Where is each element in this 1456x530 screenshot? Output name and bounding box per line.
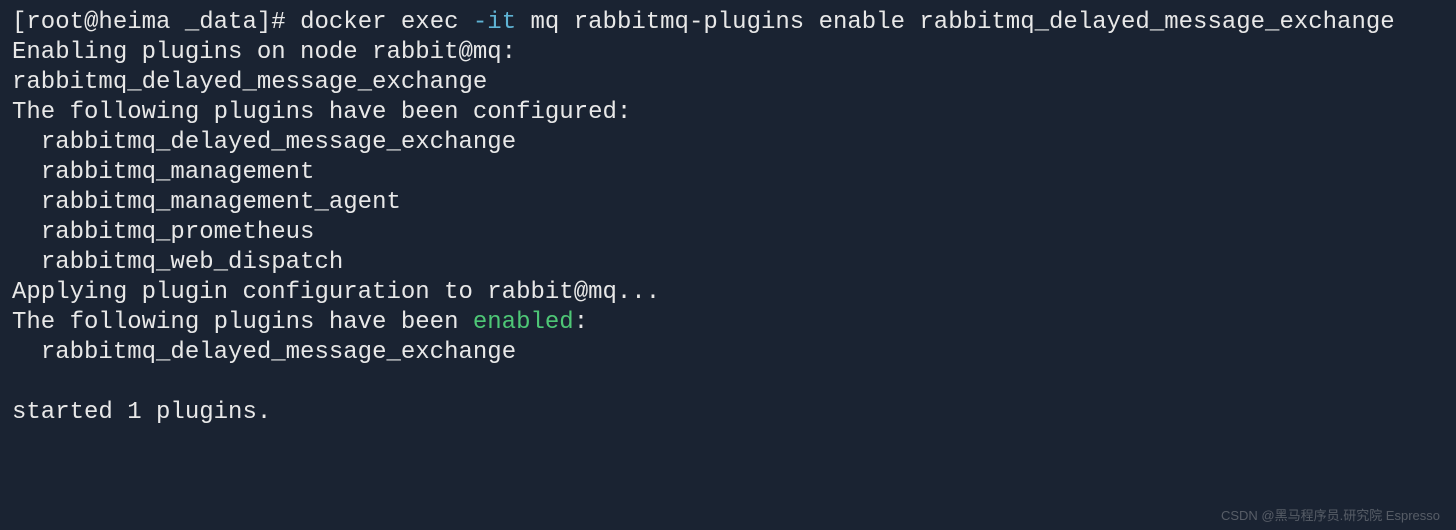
configured-plugin-item: rabbitmq_web_dispatch (41, 249, 343, 276)
command-args: mq rabbitmq-plugins enable rabbitmq_dela… (516, 9, 1395, 36)
output-started: started 1 plugins. (12, 399, 271, 426)
output-enabled-prefix: The following plugins have been (12, 309, 473, 336)
output-enabling: Enabling plugins on node rabbit@mq: (12, 39, 516, 66)
watermark-text: CSDN @黑马程序员.研究院 Espresso (1221, 508, 1440, 524)
output-configured-header: The following plugins have been configur… (12, 99, 631, 126)
prompt-cwd: _data (185, 9, 257, 36)
terminal-output[interactable]: [root@heima _data]# docker exec -it mq r… (12, 8, 1444, 428)
output-plugin-name: rabbitmq_delayed_message_exchange (12, 69, 487, 96)
configured-plugin-item: rabbitmq_management (41, 159, 315, 186)
output-enabled-suffix: : (574, 309, 588, 336)
prompt-space (170, 9, 184, 36)
enabled-plugin-item: rabbitmq_delayed_message_exchange (41, 339, 516, 366)
prompt-close-bracket: ] (257, 9, 271, 36)
prompt-user-host: root@heima (26, 9, 170, 36)
configured-plugin-item: rabbitmq_management_agent (41, 189, 401, 216)
prompt-open-bracket: [ (12, 9, 26, 36)
configured-plugin-item: rabbitmq_delayed_message_exchange (41, 129, 516, 156)
command-flag: -it (473, 9, 516, 36)
command-docker: docker exec (300, 9, 473, 36)
configured-plugin-item: rabbitmq_prometheus (41, 219, 315, 246)
output-enabled-word: enabled (473, 309, 574, 336)
prompt-hash: # (271, 9, 285, 36)
output-applying: Applying plugin configuration to rabbit@… (12, 279, 660, 306)
